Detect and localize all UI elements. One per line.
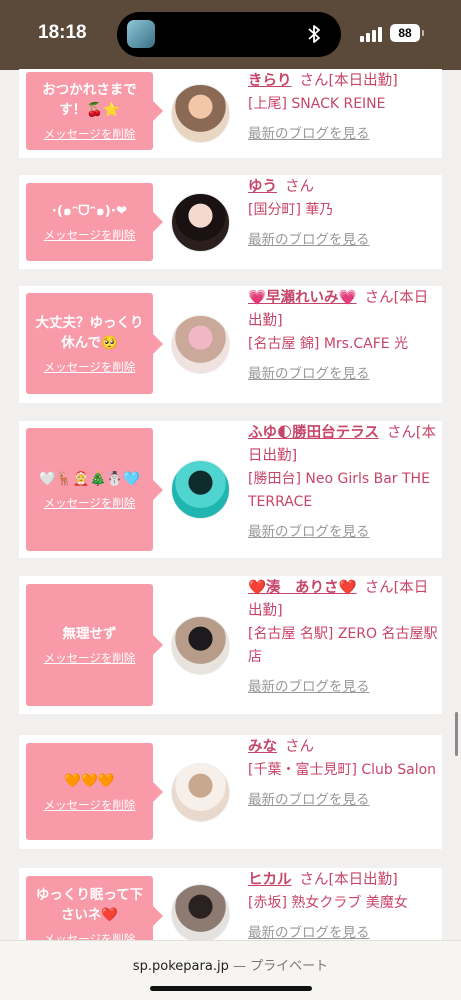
message-bubble: 大丈夫？ゆっくり休んで🥺 メッセージを削除 — [26, 293, 163, 394]
honorific: さん — [299, 872, 329, 888]
cast-name-link[interactable]: ヒカル — [248, 872, 292, 888]
cast-info: 💗早瀬れいみ💗 さん[本日出勤] [名古屋 錦] Mrs.CAFE 光 最新のブロ… — [248, 287, 438, 382]
status-bar: 18:18 88 — [0, 0, 461, 70]
favorite-card: 🧡🧡🧡 メッセージを削除 みな さん [千葉・富士見町] Club Salon 最… — [19, 735, 442, 849]
cast-info: ふゆ🌓勝田台テラス さん[本日出勤] [勝田台] Neo Girls Bar TH… — [248, 422, 438, 540]
avatar[interactable] — [171, 460, 230, 519]
cast-name-link[interactable]: ゆう — [248, 179, 277, 195]
message-bubble: ·(๑ᵔᗜᵔ๑)·❤ メッセージを削除 — [26, 183, 163, 261]
message-text: ·(๑ᵔᗜᵔ๑)·❤ — [51, 203, 128, 219]
battery-tip — [422, 30, 424, 36]
shop-name: [上尾] SNACK REINE — [248, 96, 386, 112]
shop-name: [赤坂] 熟女クラブ 美魔女 — [248, 895, 408, 911]
avatar[interactable] — [171, 315, 230, 374]
avatar[interactable] — [171, 763, 230, 822]
delete-message-link[interactable]: メッセージを削除 — [44, 359, 136, 375]
honorific: さん — [299, 73, 329, 89]
avatar[interactable] — [171, 616, 230, 675]
cast-info: ゆう さん [国分町] 華乃 最新のブログを見る — [248, 176, 438, 248]
shop-name: [国分町] 華乃 — [248, 202, 334, 218]
cast-name-link[interactable]: みな — [248, 739, 277, 755]
delete-message-link[interactable]: メッセージを削除 — [44, 797, 136, 813]
message-text: おつかれさまです！🍒⭐ — [42, 82, 137, 118]
honorific: さん — [285, 739, 314, 755]
message-text: ゆっくり眠って下さいネ❤️ — [35, 887, 144, 923]
message-bubble: 🤍🦌🤶🎄☃️🩵 メッセージを削除 — [26, 428, 163, 551]
battery-icon: 88 — [390, 24, 420, 42]
name-line: ヒカル さん[本日出勤] — [248, 869, 438, 892]
message-text: 大丈夫？ゆっくり休んで🥺 — [35, 314, 144, 351]
shop-name: [名古屋 名駅] ZERO 名古屋駅店 — [248, 626, 438, 665]
delete-message-link[interactable]: メッセージを削除 — [44, 227, 136, 243]
scrollbar[interactable] — [455, 712, 458, 756]
signal-icon — [360, 26, 384, 42]
browser-url-bar[interactable]: sp.pokepara.jp — プライベート — [0, 940, 461, 1000]
delete-message-link[interactable]: メッセージを削除 — [44, 650, 136, 666]
avatar[interactable] — [171, 193, 230, 252]
latest-blog-link[interactable]: 最新のブログを見る — [248, 675, 370, 695]
attendance-status: [本日出勤] — [328, 872, 398, 888]
cast-info: みな さん [千葉・富士見町] Club Salon 最新のブログを見る — [248, 736, 438, 808]
status-time: 18:18 — [38, 22, 87, 43]
honorific: さん — [285, 179, 314, 195]
latest-blog-link[interactable]: 最新のブログを見る — [248, 122, 370, 142]
favorite-card: 無理せず メッセージを削除 ❤️湊 ありさ❤️ さん[本日出勤] [名古屋 名駅]… — [19, 576, 442, 714]
cast-name-link[interactable]: 💗早瀬れいみ💗 — [248, 290, 357, 306]
attendance-status: [本日出勤] — [328, 73, 398, 89]
honorific: さん — [364, 290, 394, 306]
message-text: 🧡🧡🧡 — [64, 772, 115, 789]
message-bubble: 無理せず メッセージを削除 — [26, 584, 163, 706]
favorite-card: 🤍🦌🤶🎄☃️🩵 メッセージを削除 ふゆ🌓勝田台テラス さん[本日出勤] [勝田台]… — [19, 421, 442, 558]
url-host: sp.pokepara.jp — [132, 959, 229, 974]
home-indicator — [150, 986, 312, 991]
cast-info: ヒカル さん[本日出勤] [赤坂] 熟女クラブ 美魔女 最新のブログを見る — [248, 869, 438, 941]
name-line: ❤️湊 ありさ❤️ さん[本日出勤] — [248, 577, 438, 623]
latest-blog-link[interactable]: 最新のブログを見る — [248, 788, 370, 808]
name-line: ゆう さん — [248, 176, 438, 199]
cast-info: ❤️湊 ありさ❤️ さん[本日出勤] [名古屋 名駅] ZERO 名古屋駅店 最新… — [248, 577, 438, 695]
delete-message-link[interactable]: メッセージを削除 — [44, 126, 136, 142]
honorific: さん — [386, 425, 416, 441]
delete-message-link[interactable]: メッセージを削除 — [44, 495, 136, 511]
cast-name-link[interactable]: ふゆ🌓勝田台テラス — [248, 425, 379, 441]
url-display[interactable]: sp.pokepara.jp — プライベート — [0, 955, 461, 974]
cast-info: きらり さん[本日出勤] [上尾] SNACK REINE 最新のブログを見る — [248, 70, 438, 142]
shop-name: [千葉・富士見町] Club Salon — [248, 762, 437, 778]
name-line: きらり さん[本日出勤] — [248, 70, 438, 93]
message-bubble: 🧡🧡🧡 メッセージを削除 — [26, 743, 163, 840]
shop-name: [勝田台] Neo Girls Bar THE TERRACE — [248, 471, 430, 510]
cast-name-link[interactable]: ❤️湊 ありさ❤️ — [248, 580, 357, 596]
message-text: 無理せず — [62, 626, 117, 642]
dynamic-island — [117, 12, 341, 57]
name-line: みな さん — [248, 736, 438, 759]
message-text: 🤍🦌🤶🎄☃️🩵 — [39, 470, 140, 487]
name-line: 💗早瀬れいみ💗 さん[本日出勤] — [248, 287, 438, 333]
shop-name: [名古屋 錦] Mrs.CAFE 光 — [248, 336, 409, 352]
name-line: ふゆ🌓勝田台テラス さん[本日出勤] — [248, 422, 438, 468]
bluetooth-icon — [303, 23, 325, 45]
cast-name-link[interactable]: きらり — [248, 73, 292, 89]
private-mode-label: — プライベート — [232, 959, 329, 974]
avatar[interactable] — [171, 84, 230, 143]
avatar[interactable] — [171, 884, 230, 943]
latest-blog-link[interactable]: 最新のブログを見る — [248, 921, 370, 941]
app-icon — [127, 20, 155, 48]
honorific: さん — [364, 580, 394, 596]
latest-blog-link[interactable]: 最新のブログを見る — [248, 228, 370, 248]
latest-blog-link[interactable]: 最新のブログを見る — [248, 520, 370, 540]
latest-blog-link[interactable]: 最新のブログを見る — [248, 362, 370, 382]
favorite-card: 大丈夫？ゆっくり休んで🥺 メッセージを削除 💗早瀬れいみ💗 さん[本日出勤] [名… — [19, 286, 442, 403]
favorite-card: ·(๑ᵔᗜᵔ๑)·❤ メッセージを削除 ゆう さん [国分町] 華乃 最新のブログ… — [19, 175, 442, 269]
favorite-card: おつかれさまです！🍒⭐ メッセージを削除 きらり さん[本日出勤] [上尾] SN… — [19, 69, 442, 158]
message-bubble: おつかれさまです！🍒⭐ メッセージを削除 — [26, 72, 163, 150]
